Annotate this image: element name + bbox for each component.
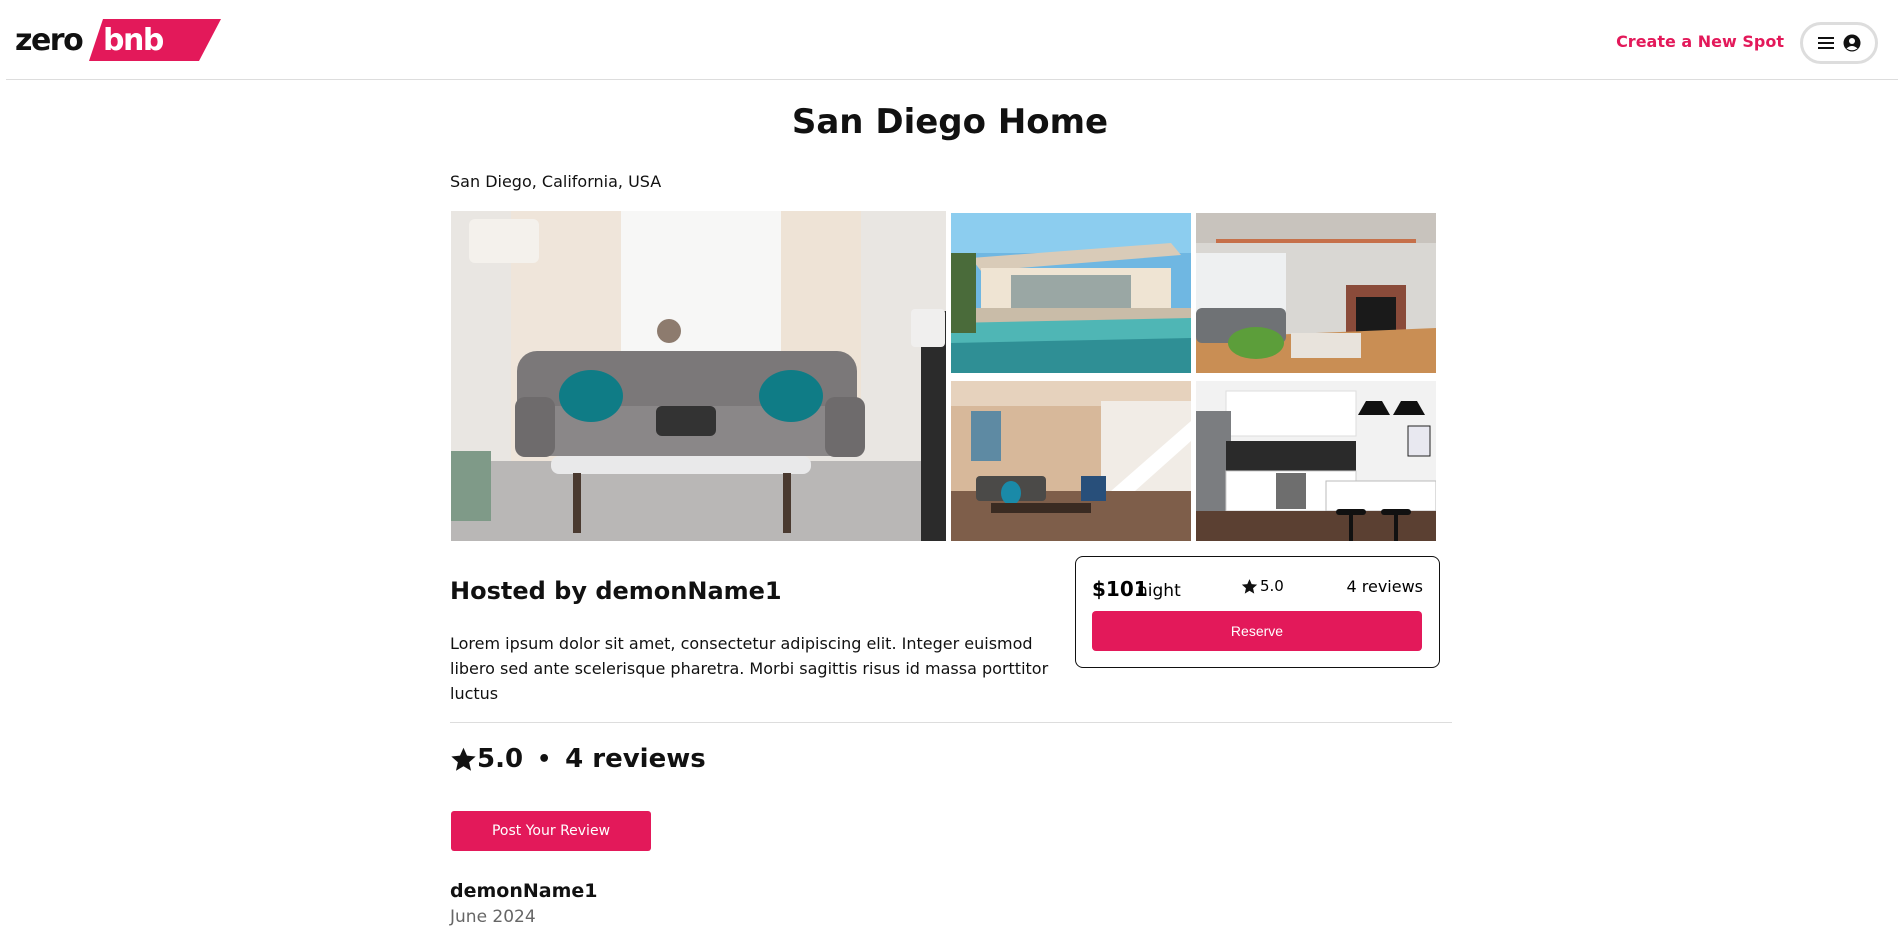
star-icon xyxy=(1241,578,1258,594)
gallery-image-main[interactable] xyxy=(451,211,946,541)
price-unit: night xyxy=(1137,581,1181,601)
section-divider xyxy=(450,722,1452,723)
separator-dot: • xyxy=(537,746,552,772)
gallery-image-4[interactable] xyxy=(951,381,1191,541)
gallery-image-3[interactable] xyxy=(1196,213,1436,373)
spot-description: Lorem ipsum dolor sit amet, consectetur … xyxy=(450,634,1049,703)
booking-reviews-count: 4 reviews xyxy=(1346,577,1423,596)
top-nav: zero bnb Create a New Spot xyxy=(6,0,1898,80)
hamburger-icon xyxy=(1818,37,1834,49)
gallery-image-5[interactable] xyxy=(1196,381,1436,541)
logo-text-zero: zero xyxy=(15,23,84,58)
spot-title: San Diego Home xyxy=(791,102,1109,142)
review-date: June 2024 xyxy=(450,907,536,927)
post-review-button[interactable]: Post Your Review xyxy=(451,811,651,851)
star-icon xyxy=(451,747,476,771)
review-author: demonName1 xyxy=(450,880,598,902)
user-circle-icon xyxy=(1843,34,1861,52)
logo-text-bnb: bnb xyxy=(103,23,164,58)
booking-rating: 5.0 xyxy=(1241,577,1284,595)
reviews-rating-value: 5.0 xyxy=(477,744,524,774)
booking-rating-value: 5.0 xyxy=(1260,577,1284,595)
create-spot-link[interactable]: Create a New Spot xyxy=(1616,32,1784,51)
reserve-button[interactable]: Reserve xyxy=(1092,611,1422,651)
reviews-summary: 5.0 • 4 reviews xyxy=(450,744,706,774)
booking-card: $101 night 5.0 4 reviews Reserve xyxy=(1075,556,1440,668)
profile-menu-button[interactable] xyxy=(1800,22,1878,64)
gallery-image-2[interactable] xyxy=(951,213,1191,373)
reviews-count: 4 reviews xyxy=(565,744,706,774)
host-heading: Hosted by demonName1 xyxy=(450,577,782,605)
zerobnb-logo[interactable]: zero bnb xyxy=(15,19,221,63)
spot-location: San Diego, California, USA xyxy=(450,172,662,191)
